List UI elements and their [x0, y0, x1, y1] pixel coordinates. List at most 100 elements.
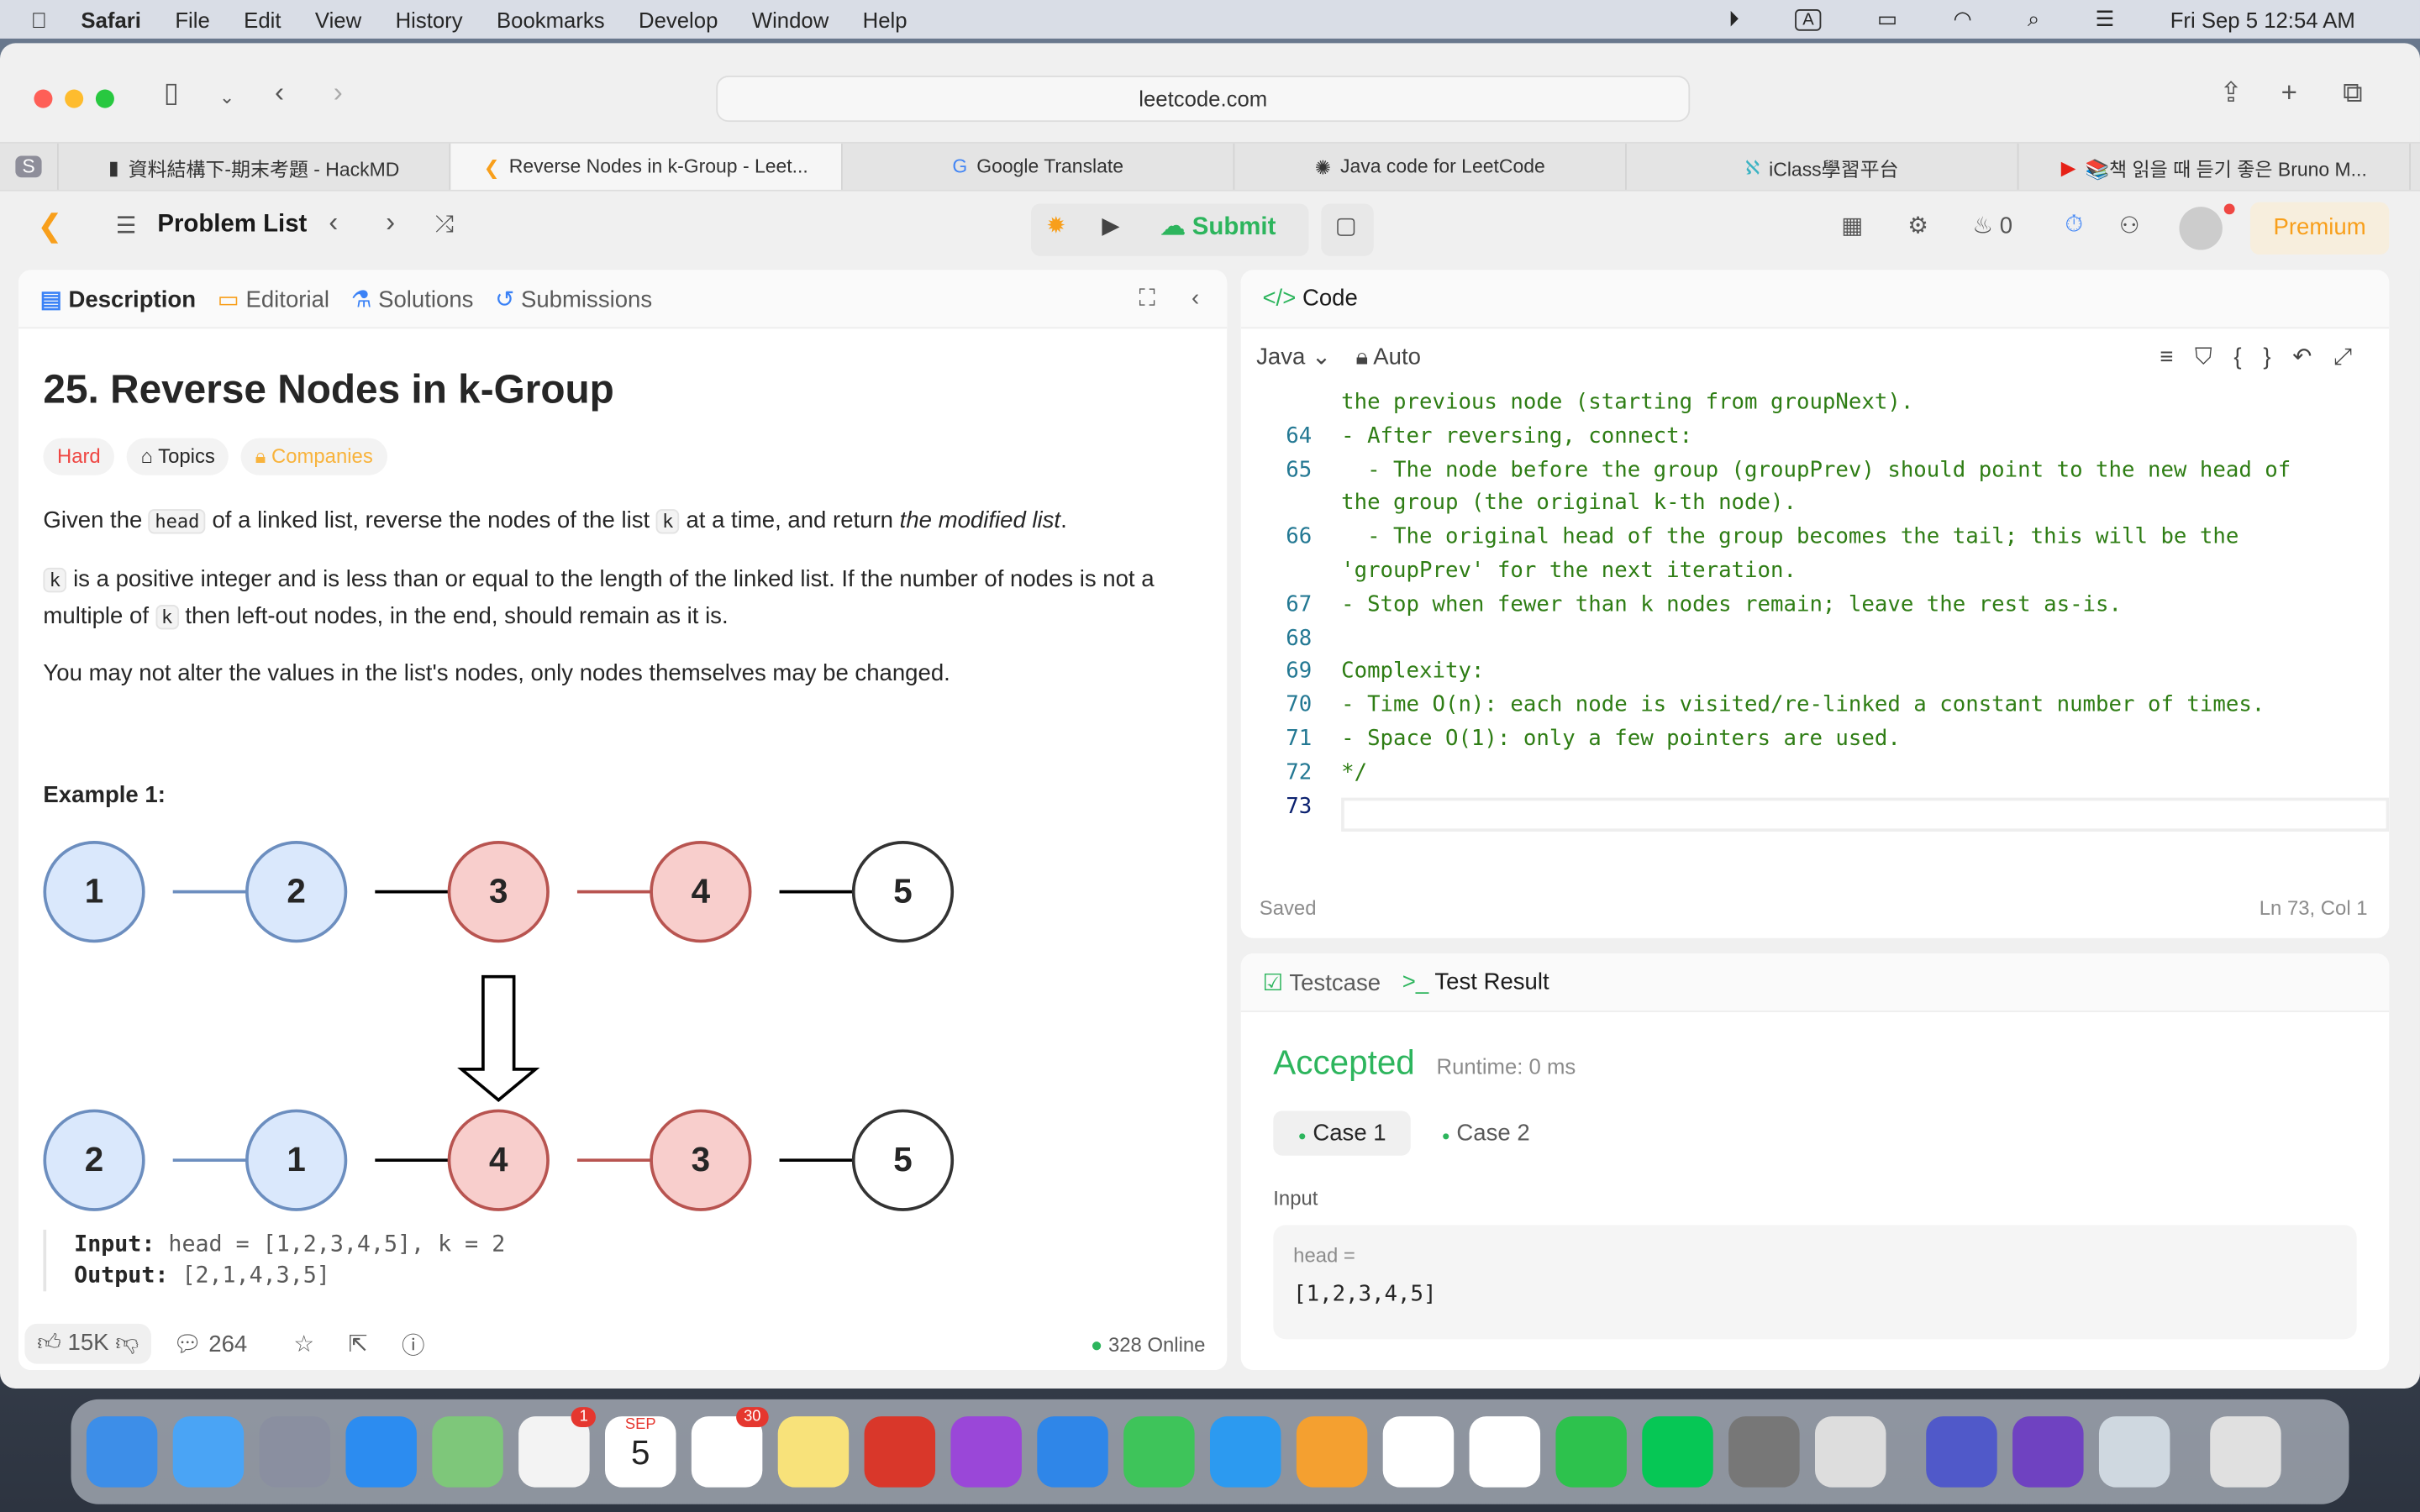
preview-icon[interactable]: [2098, 1416, 2170, 1488]
iclass-app-icon[interactable]: [1469, 1416, 1541, 1488]
next-problem-icon[interactable]: ›: [386, 207, 395, 239]
case-2-tab[interactable]: ● Case 2: [1426, 1110, 1545, 1155]
submit-button[interactable]: ☁ Submit: [1160, 212, 1276, 243]
code-editor[interactable]: the previous node (starting from groupNe…: [1241, 384, 2390, 878]
input-source-indicator[interactable]: A: [1795, 8, 1822, 30]
language-select[interactable]: Java ⌄: [1256, 343, 1331, 370]
keynote-icon[interactable]: [1037, 1416, 1108, 1488]
reset-icon[interactable]: ↶: [2292, 344, 2333, 370]
tab-hackmd[interactable]: ▮ 資料結構下-期末考題 - HackMD: [59, 143, 451, 190]
timer-icon[interactable]: ⏱: [2065, 212, 2083, 238]
leetcode-logo-icon[interactable]: ❮: [37, 207, 63, 245]
whatsapp-icon[interactable]: [1555, 1416, 1627, 1488]
avatar[interactable]: [2179, 207, 2223, 250]
minimize-window-button[interactable]: [65, 89, 84, 108]
streak-fire-icon[interactable]: ♨ 0: [1972, 212, 2012, 239]
iphone-mirroring-icon[interactable]: [1814, 1416, 1886, 1488]
clock[interactable]: Fri Sep 5 12:54 AM: [2170, 7, 2355, 31]
menu-file[interactable]: File: [175, 7, 209, 31]
numbers-icon[interactable]: [1123, 1416, 1195, 1488]
dislike-icon[interactable]: 👎︎: [115, 1330, 139, 1356]
menu-window[interactable]: Window: [752, 7, 829, 31]
add-friend-icon[interactable]: ⚇: [2119, 212, 2140, 239]
note-icon[interactable]: ▢: [1335, 212, 1357, 239]
bookmark-icon[interactable]: ⛉: [2195, 344, 2233, 370]
sidebar-icon[interactable]: ▯: [164, 77, 179, 110]
braces-icon[interactable]: {}: [2233, 344, 2292, 370]
chrome-icon[interactable]: [1382, 1416, 1455, 1488]
mail-icon[interactable]: [172, 1416, 245, 1488]
menu-history[interactable]: History: [396, 7, 463, 31]
menu-develop[interactable]: Develop: [639, 7, 718, 31]
finder-icon[interactable]: [86, 1416, 158, 1488]
tab-overview-icon[interactable]: ⧉: [2343, 77, 2363, 110]
photos-icon[interactable]: 1: [518, 1407, 596, 1488]
pages-icon[interactable]: [1296, 1416, 1368, 1488]
share-icon[interactable]: ⇪: [2219, 77, 2243, 110]
problem-list-link[interactable]: Problem List: [157, 212, 307, 239]
companies-button[interactable]: 🔒︎ Companies: [241, 438, 387, 475]
control-center-icon[interactable]: ☰: [2096, 6, 2115, 32]
tab-solutions[interactable]: ⚗ Solutions: [351, 285, 474, 312]
tab-leetcode[interactable]: ❮ Reverse Nodes in k-Group - Leet...: [450, 143, 843, 190]
teams-icon[interactable]: [1926, 1416, 1997, 1488]
menu-view[interactable]: View: [315, 7, 361, 31]
tab-youtube[interactable]: ▶ 📚책 읽을 때 듣기 좋은 Bruno M...: [2018, 143, 2411, 190]
tab-chatgpt[interactable]: ✺ Java code for LeetCode: [1234, 143, 1627, 190]
github-desktop-icon[interactable]: [2012, 1416, 2084, 1488]
safari-icon[interactable]: [345, 1416, 417, 1488]
debug-icon[interactable]: ✹: [1046, 212, 1065, 239]
tab-iclass[interactable]: ℵ iClass學習平台: [1627, 143, 2019, 190]
search-icon[interactable]: ⌕: [2028, 6, 2039, 32]
photo-booth-icon[interactable]: [864, 1416, 936, 1488]
menu-edit[interactable]: Edit: [244, 7, 281, 31]
menu-bookmarks[interactable]: Bookmarks: [497, 7, 605, 31]
launchpad-icon[interactable]: [259, 1416, 331, 1488]
podcasts-icon[interactable]: [950, 1416, 1022, 1488]
new-tab-icon[interactable]: +: [2281, 77, 2297, 110]
battery-icon[interactable]: ▭: [1877, 6, 1897, 32]
case-1-tab[interactable]: ● Case 1: [1273, 1110, 1412, 1156]
star-icon[interactable]: ☆: [293, 1330, 314, 1357]
tab-google-translate[interactable]: G Google Translate: [843, 143, 1235, 190]
maps-icon[interactable]: [432, 1416, 503, 1488]
help-icon[interactable]: ⓘ: [402, 1328, 425, 1361]
settings-gear-icon[interactable]: ⚙: [1907, 212, 1928, 239]
tab-submissions[interactable]: ↺ Submissions: [495, 285, 652, 312]
expand-icon[interactable]: ⤢: [2333, 344, 2374, 370]
menu-safari[interactable]: Safari: [81, 7, 140, 31]
tab-description[interactable]: ▤ Description: [40, 285, 196, 312]
premium-button[interactable]: Premium: [2249, 202, 2390, 255]
run-button[interactable]: ▶: [1102, 212, 1119, 239]
line-icon[interactable]: [1642, 1416, 1713, 1488]
tab-testcase[interactable]: ☑ Testcase: [1262, 969, 1381, 995]
shuffle-icon[interactable]: ⤮: [435, 212, 454, 238]
calendar-icon[interactable]: SEP 5: [604, 1416, 676, 1488]
wifi-icon[interactable]: ◠: [1953, 6, 1971, 32]
tab-test-result[interactable]: >_ Test Result: [1402, 969, 1549, 995]
prev-problem-icon[interactable]: ‹: [329, 207, 338, 239]
tab-group[interactable]: S: [0, 143, 59, 190]
topics-button[interactable]: ⌂ Topics: [126, 438, 229, 475]
app-store-icon[interactable]: [1209, 1416, 1281, 1488]
system-settings-icon[interactable]: [1728, 1416, 1800, 1488]
back-icon[interactable]: ‹: [275, 77, 284, 110]
zoom-window-button[interactable]: [95, 89, 114, 108]
reminders-icon[interactable]: 30: [691, 1407, 769, 1488]
fullscreen-icon[interactable]: ⛶: [1139, 286, 1155, 312]
format-icon[interactable]: ≡: [2160, 344, 2195, 370]
forward-icon[interactable]: ›: [334, 77, 343, 110]
play-status-icon[interactable]: ⏵: [1728, 6, 1739, 32]
collapse-icon[interactable]: ‹: [1192, 286, 1199, 312]
layout-icon[interactable]: ▦: [1841, 212, 1863, 239]
menu-help[interactable]: Help: [863, 7, 908, 31]
comments-button[interactable]: 💬︎ 264: [173, 1330, 248, 1357]
auto-mode[interactable]: 🔒︎ Auto: [1355, 344, 1420, 370]
trash-icon[interactable]: [2210, 1416, 2281, 1488]
close-window-button[interactable]: [34, 89, 53, 108]
notes-icon[interactable]: [777, 1416, 850, 1488]
address-bar[interactable]: leetcode.com: [716, 75, 1691, 123]
apple-icon[interactable]: : [31, 7, 47, 31]
share-icon[interactable]: ⇱: [348, 1330, 367, 1357]
chevron-down-icon[interactable]: ⌄: [219, 87, 234, 108]
